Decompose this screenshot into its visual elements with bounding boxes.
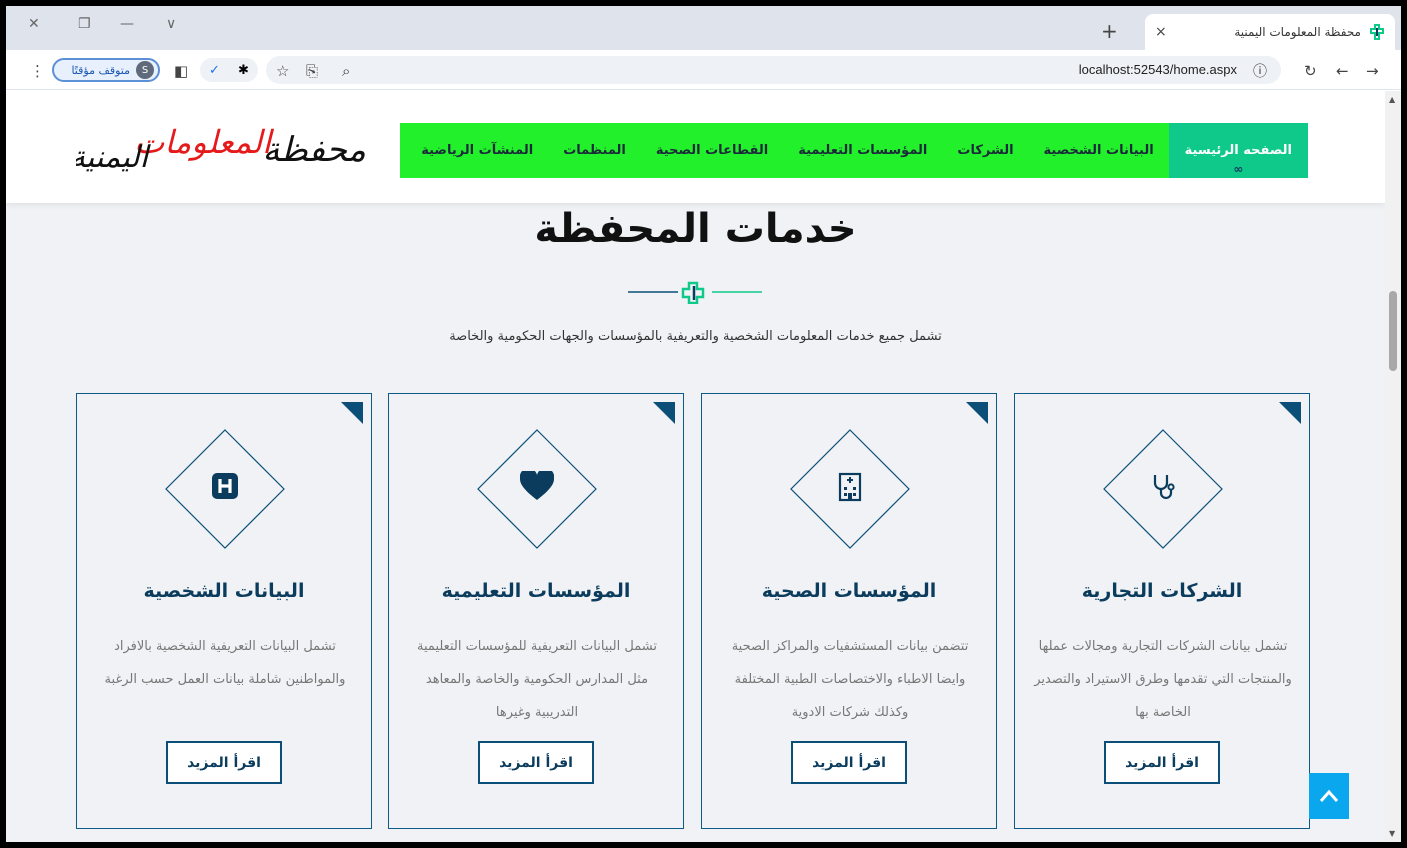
url-text: localhost:52543/home.aspx xyxy=(1078,62,1237,77)
card-title: البيانات الشخصية xyxy=(143,580,305,602)
service-card-companies: الشركات التجارية تشمل بيانات الشركات الت… xyxy=(1014,393,1310,829)
reload-icon[interactable]: ↻ xyxy=(1304,62,1317,80)
nav-item-companies[interactable]: الشركات xyxy=(942,123,1028,178)
nav-label: القطاعات الصحية xyxy=(655,143,769,158)
card-corner-ribbon xyxy=(1279,402,1301,424)
main-nav: الصفحه الرئيسية ∞ البيانات الشخصية الشرك… xyxy=(400,123,1308,178)
nav-item-organizations[interactable]: المنظمات xyxy=(548,123,641,178)
nav-label: الصفحه الرئيسية xyxy=(1184,143,1292,158)
zoom-icon[interactable]: ⌕ xyxy=(342,62,350,80)
read-more-button[interactable]: اقرأ المزيد xyxy=(478,741,594,784)
site-favicon-icon xyxy=(1369,24,1385,40)
window-restore-icon[interactable]: ❐ xyxy=(78,16,91,32)
card-title: المؤسسات التعليمية xyxy=(441,580,631,602)
scroll-up-arrow-icon[interactable]: ▲ xyxy=(1389,95,1395,104)
extensions-group: ✓ ✱ xyxy=(200,58,258,82)
logo-word-2: المعلومات xyxy=(134,123,274,161)
card-description: تشمل بيانات الشركات التجارية ومجالات عمل… xyxy=(1034,639,1292,720)
service-card-education: المؤسسات التعليمية تشمل البيانات التعريف… xyxy=(388,393,684,829)
card-corner-ribbon xyxy=(966,402,988,424)
nav-label: الشركات xyxy=(957,143,1014,158)
card-corner-ribbon xyxy=(341,402,363,424)
address-bar[interactable]: localhost:52543/home.aspx ⓘ xyxy=(266,56,1281,84)
active-tab[interactable]: محفظة المعلومات اليمنية × xyxy=(1145,14,1395,50)
services-cards: الشركات التجارية تشمل بيانات الشركات الت… xyxy=(76,393,1310,829)
card-corner-ribbon xyxy=(653,402,675,424)
nav-item-sports[interactable]: المنشآت الرياضية xyxy=(406,123,548,178)
logo-word-1: محفظة xyxy=(263,130,366,170)
read-more-button[interactable]: اقرأ المزيد xyxy=(1104,741,1220,784)
scroll-down-arrow-icon[interactable]: ▼ xyxy=(1389,829,1395,838)
read-more-button[interactable]: اقرأ المزيد xyxy=(166,741,282,784)
nav-label: البيانات الشخصية xyxy=(1043,143,1154,158)
nav-label: المنظمات xyxy=(563,143,626,158)
nav-item-home[interactable]: الصفحه الرئيسية ∞ xyxy=(1168,123,1308,178)
share-icon[interactable]: ⎘ xyxy=(306,62,318,80)
profile-avatar: S xyxy=(136,61,154,79)
heart-icon xyxy=(519,468,555,504)
site-logo[interactable]: محفظة المعلومات اليمنية xyxy=(76,101,376,191)
window-close-icon[interactable]: ✕ xyxy=(28,16,40,32)
logo-word-3: اليمنية xyxy=(76,140,152,175)
sidepanel-icon[interactable]: ◧ xyxy=(174,62,188,80)
tab-close-icon[interactable]: × xyxy=(1155,24,1167,40)
site-header: محفظة المعلومات اليمنية الصفحه الرئيسية … xyxy=(6,91,1385,203)
back-to-top-button[interactable] xyxy=(1309,773,1349,819)
hospital-building-icon xyxy=(832,468,868,504)
nav-item-health[interactable]: القطاعات الصحية xyxy=(641,123,783,178)
chevron-up-icon xyxy=(1319,789,1339,802)
section-subtitle: تشمل جميع خدمات المعلومات الشخصية والتعر… xyxy=(449,329,942,344)
nav-label: المؤسسات التعليمية xyxy=(798,143,928,158)
active-indicator-icon: ∞ xyxy=(1233,162,1244,176)
card-title: المؤسسات الصحية xyxy=(761,580,937,602)
card-description: تتضمن بيانات المستشفيات والمراكز الصحية … xyxy=(731,639,969,720)
browser-window: ✕ ❐ — ∨ + محفظة المعلومات اليمنية × → ← … xyxy=(6,6,1401,842)
browser-toolbar: → ← ↻ localhost:52543/home.aspx ⓘ ⌕ ⎘ ☆ … xyxy=(6,50,1401,90)
tab-title: محفظة المعلومات اليمنية xyxy=(1234,25,1361,39)
back-icon[interactable]: → xyxy=(1366,62,1379,80)
page-scrollbar[interactable]: ▲ ▼ xyxy=(1385,91,1401,842)
section-title: خدمات المحفظة xyxy=(534,206,857,252)
new-tab-button[interactable]: + xyxy=(1101,19,1118,43)
nav-label: المنشآت الرياضية xyxy=(421,143,534,158)
profile-paused-button[interactable]: S متوقف مؤقتًا xyxy=(52,58,160,82)
title-divider xyxy=(628,281,762,304)
tab-strip: ✕ ❐ — ∨ + محفظة المعلومات اليمنية × xyxy=(6,6,1401,50)
bookmark-star-icon[interactable]: ☆ xyxy=(276,62,289,80)
service-card-health: المؤسسات الصحية تتضمن بيانات المستشفيات … xyxy=(701,393,997,829)
scrollbar-thumb[interactable] xyxy=(1389,291,1397,371)
site-info-icon[interactable]: ⓘ xyxy=(1253,61,1267,81)
stethoscope-icon xyxy=(1145,468,1181,504)
profile-status-label: متوقف مؤقتًا xyxy=(71,63,130,77)
nav-item-personal-data[interactable]: البيانات الشخصية xyxy=(1029,123,1169,178)
read-more-button[interactable]: اقرأ المزيد xyxy=(791,741,907,784)
puzzle-extension-icon[interactable]: ✱ xyxy=(238,63,249,78)
card-title: الشركات التجارية xyxy=(1081,580,1243,602)
window-minimize-icon[interactable]: — xyxy=(120,16,134,32)
forward-icon[interactable]: ← xyxy=(1336,62,1349,80)
page-viewport: محفظة المعلومات اليمنية الصفحه الرئيسية … xyxy=(6,91,1385,842)
card-description: تشمل البيانات التعريفية الشخصية بالافراد… xyxy=(104,639,346,687)
divider-logo-icon xyxy=(681,281,705,304)
nav-item-education[interactable]: المؤسسات التعليمية xyxy=(783,123,942,178)
service-card-personal: البيانات الشخصية تشمل البيانات التعريفية… xyxy=(76,393,372,829)
browser-menu-icon[interactable]: ⋮ xyxy=(30,62,45,80)
hospital-h-icon xyxy=(207,468,243,504)
card-description: تشمل البيانات التعريفية للمؤسسات التعليم… xyxy=(417,639,657,720)
tab-search-icon[interactable]: ∨ xyxy=(166,16,176,32)
checkmark-extension-icon[interactable]: ✓ xyxy=(209,63,220,78)
